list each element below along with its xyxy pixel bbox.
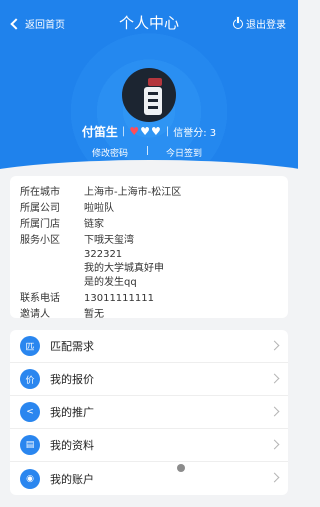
info-row: 联系电话 13011111111	[20, 292, 278, 306]
menu-item[interactable]: 匹匹配需求	[10, 330, 288, 363]
chevron-right-icon	[269, 373, 280, 384]
heart-icon: ♥	[140, 124, 150, 138]
info-value: 暂无	[84, 309, 104, 320]
info-row: 所在城市 上海市-上海市-松江区	[20, 186, 278, 200]
menu-item[interactable]: < 我的推广	[10, 396, 288, 429]
menu-item-label: 我的资料	[50, 439, 94, 452]
menu-item-label: 我的报价	[50, 373, 94, 386]
chevron-right-icon	[269, 472, 280, 483]
change-password-link[interactable]: 修改密码	[92, 146, 128, 159]
user-name: 付笛生	[81, 125, 118, 139]
profile-data-icon: ▤	[20, 435, 40, 455]
divider: |	[146, 146, 150, 156]
info-value: 啦啦队	[84, 203, 114, 214]
info-value: 13011111111	[84, 293, 154, 304]
info-key: 所属公司	[20, 203, 60, 214]
menu-item[interactable]: ▤ 我的资料	[10, 429, 288, 462]
menu-item-label: 匹配需求	[50, 340, 94, 353]
divider: |	[165, 126, 170, 137]
menu-item[interactable]: ◉ 我的账户	[10, 462, 288, 495]
info-row: 服务小区 下哦天玺湾 322321 我的大学城真好申 是的发生qq	[20, 234, 278, 290]
info-key: 邀请人	[20, 309, 50, 320]
logout-label: 退出登录	[246, 20, 286, 31]
info-row: 邀请人 暂无	[20, 308, 278, 322]
info-key: 所属门店	[20, 219, 60, 230]
match-icon: 匹	[20, 336, 40, 356]
info-value: 链家	[84, 219, 104, 230]
top-bar: 返回首页 个人中心 退出登录	[0, 12, 298, 34]
menu-item-label: 我的账户	[50, 472, 94, 486]
info-key: 联系电话	[20, 293, 60, 304]
floating-dot[interactable]	[177, 464, 185, 472]
divider: |	[121, 126, 126, 137]
avatar[interactable]	[122, 68, 176, 122]
info-row: 所属公司 啦啦队	[20, 202, 278, 216]
credit-value: 3	[209, 128, 217, 139]
user-summary: 付笛生 | ♥♥♥ | 信誉分: 3	[0, 123, 298, 140]
heart-icon: ♥	[129, 124, 140, 138]
daily-checkin-link[interactable]: 今日签到	[166, 146, 202, 159]
info-card: 所在城市 上海市-上海市-松江区所属公司 啦啦队所属门店 链家服务小区 下哦天玺湾 32…	[10, 176, 288, 320]
info-value: 上海市-上海市-松江区	[84, 187, 182, 198]
logout-button[interactable]: 退出登录	[233, 16, 286, 31]
menu-item-label: 我的推广	[50, 406, 94, 419]
share-icon: <	[20, 402, 40, 422]
power-icon	[233, 16, 243, 29]
account-icon: ◉	[20, 468, 40, 489]
quote-icon: 价	[20, 369, 40, 389]
chevron-right-icon	[269, 406, 280, 417]
credit-hearts: ♥♥♥	[129, 126, 162, 138]
credit-label: 信誉分: 3	[173, 128, 217, 139]
heart-icon: ♥	[150, 124, 161, 138]
info-value: 下哦天玺湾 322321 我的大学城真好申 是的发生qq	[84, 235, 164, 288]
chevron-right-icon	[269, 340, 280, 351]
menu-item[interactable]: 价我的报价	[10, 363, 288, 396]
chevron-right-icon	[269, 439, 280, 450]
info-row: 所属门店 链家	[20, 218, 278, 232]
info-key: 服务小区	[20, 235, 60, 246]
info-key: 所在城市	[20, 187, 60, 198]
menu-list: 匹匹配需求价我的报价 < 我的推广 ▤ 我的资料 ◉ 我的账户	[10, 330, 288, 495]
